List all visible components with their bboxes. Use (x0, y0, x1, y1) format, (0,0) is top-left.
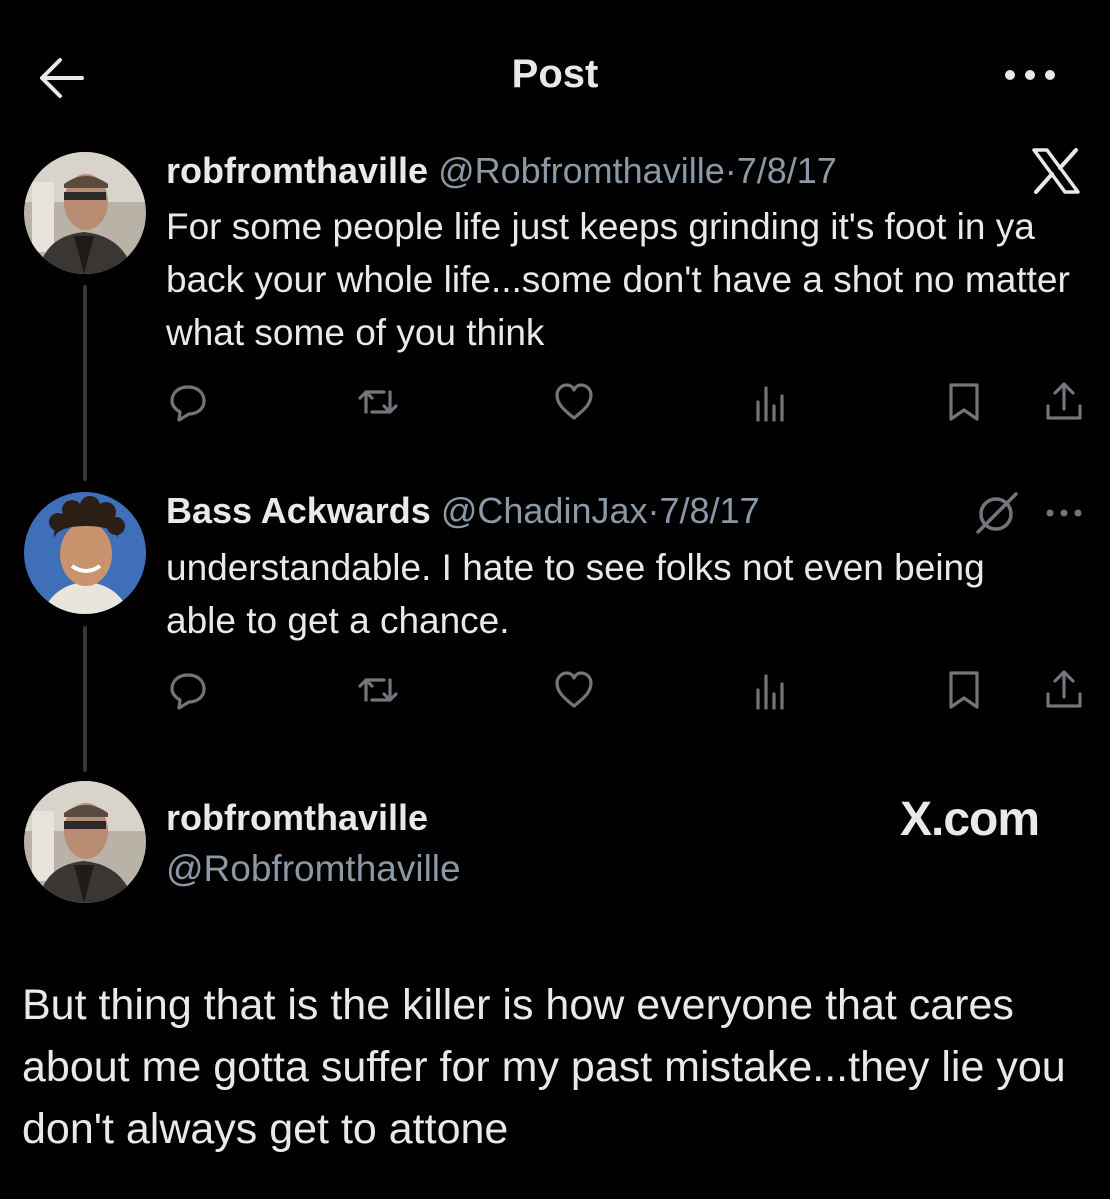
views-icon (756, 674, 784, 710)
bookmark-button[interactable] (936, 662, 992, 718)
more-options-button[interactable] (1000, 60, 1060, 90)
top-bar: Post (0, 0, 1110, 150)
share-icon (1046, 382, 1082, 420)
tweet-header: Bass Ackwards @ChadinJax·7/8/17 (166, 490, 760, 532)
reply-icon (170, 673, 206, 710)
reply-icon (170, 385, 206, 422)
tweet-more-button[interactable] (1040, 498, 1090, 528)
views-button[interactable] (742, 374, 798, 430)
bookmark-icon (949, 671, 979, 709)
like-button[interactable] (546, 662, 602, 718)
tweet-text: For some people life just keeps grinding… (166, 206, 1070, 353)
like-icon (555, 383, 593, 420)
avatar[interactable] (24, 492, 146, 614)
post-text: But thing that is the killer is how ever… (22, 981, 1066, 1153)
reply-button[interactable] (160, 662, 216, 718)
like-icon (555, 671, 593, 708)
thread-line (83, 626, 87, 772)
bookmark-icon (949, 383, 979, 421)
username[interactable]: @Robfromthaville (438, 150, 725, 191)
x-logo-icon (1030, 148, 1082, 194)
tweet-actions (160, 374, 1090, 434)
reply-button[interactable] (160, 374, 216, 430)
retweet-button[interactable] (350, 374, 406, 430)
tweet-date[interactable]: 7/8/17 (660, 490, 760, 531)
tweet-header: robfromthaville @Robfromthaville·7/8/17 (166, 150, 837, 192)
site-watermark: X.com (900, 793, 1040, 846)
thread-line (83, 285, 87, 481)
views-button[interactable] (742, 662, 798, 718)
avatar[interactable] (24, 781, 146, 903)
username[interactable]: @Robfromthaville (166, 848, 461, 890)
tweet-actions (160, 662, 1090, 722)
more-horizontal-icon (1046, 509, 1082, 517)
display-name[interactable]: robfromthaville (166, 797, 428, 839)
page-title: Post (511, 52, 599, 96)
more-horizontal-icon (1005, 70, 1055, 80)
share-button[interactable] (1036, 662, 1092, 718)
tweet-text: understandable. I hate to see folks not … (166, 547, 985, 641)
separator-dot: · (724, 150, 737, 191)
retweet-button[interactable] (350, 662, 406, 718)
like-button[interactable] (546, 374, 602, 430)
share-button[interactable] (1036, 374, 1092, 430)
grok-icon[interactable] (972, 490, 1022, 536)
avatar[interactable] (24, 152, 146, 274)
username[interactable]: @ChadinJax (441, 490, 648, 531)
share-icon (1046, 670, 1082, 708)
display-name[interactable]: robfromthaville (166, 150, 428, 191)
tweet-date[interactable]: 7/8/17 (737, 150, 837, 191)
separator-dot: · (647, 490, 660, 531)
bookmark-button[interactable] (936, 374, 992, 430)
retweet-icon (358, 390, 398, 414)
display-name[interactable]: Bass Ackwards (166, 490, 431, 531)
views-icon (756, 386, 784, 422)
retweet-icon (358, 678, 398, 702)
